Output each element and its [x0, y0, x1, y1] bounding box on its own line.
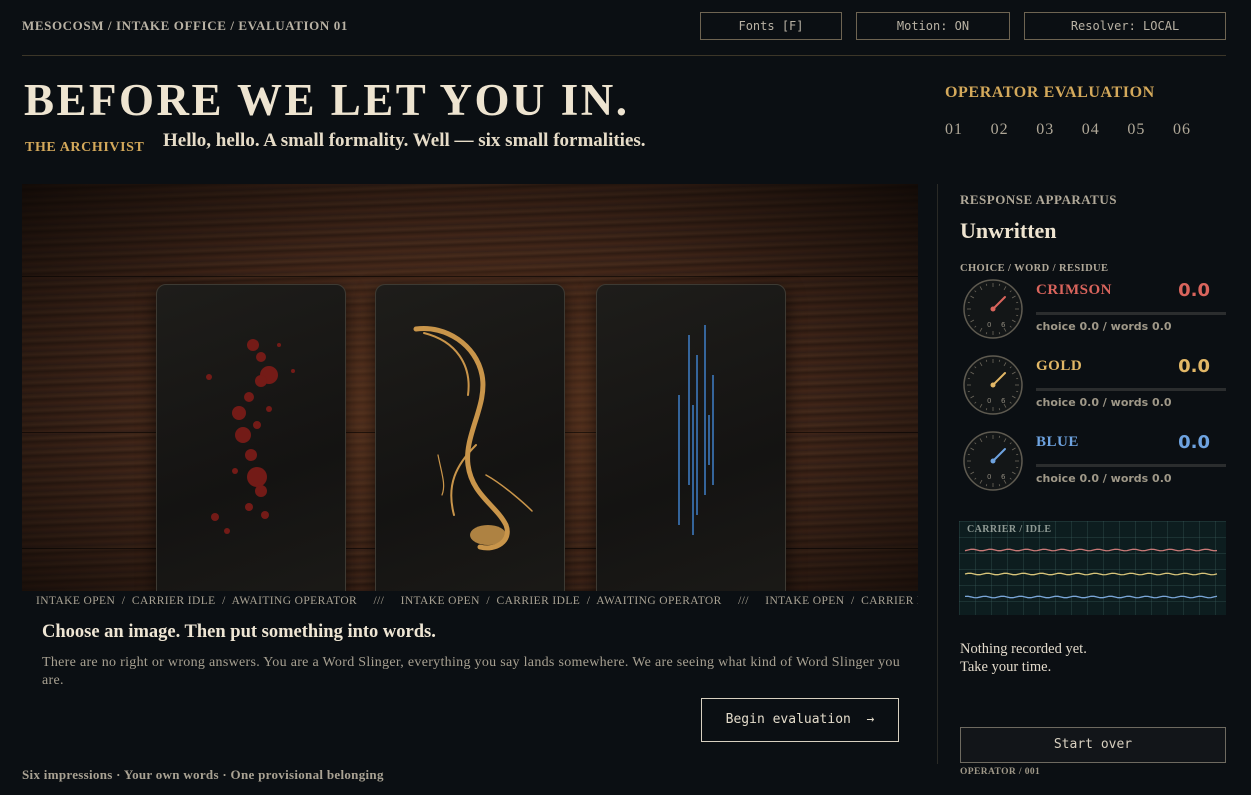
- wood-grain-line: [22, 276, 918, 277]
- carrier-line: [964, 548, 1218, 552]
- dial-scale-label: 6: [1001, 397, 1006, 405]
- dial-scale-label: 6: [1001, 321, 1006, 329]
- resolver-button[interactable]: Resolver: LOCAL: [1024, 12, 1226, 40]
- carrier-line: [964, 572, 1218, 576]
- image-stage: [22, 184, 918, 591]
- carrier-line: [964, 595, 1218, 599]
- carrier-waveform: [964, 548, 1218, 599]
- meter-sub: choice 0.0 / words 0.0: [1036, 472, 1172, 485]
- meter-value: 0.0: [1178, 356, 1210, 377]
- card-gold[interactable]: [375, 284, 565, 591]
- dial-scale-label: 0: [987, 397, 991, 405]
- carrier-scope: CARRIER / IDLE: [959, 521, 1226, 615]
- gauge-dial-icon: 06: [963, 279, 1023, 339]
- status-ticker: INTAKE OPEN / CARRIER IDLE / AWAITING OP…: [22, 592, 918, 610]
- apparatus-state: Unwritten: [960, 218, 1057, 243]
- prompt-body: There are no right or wrong answers. You…: [42, 655, 901, 688]
- meter-value: 0.0: [1178, 280, 1210, 301]
- meter-track: [1036, 464, 1226, 467]
- begin-evaluation-button[interactable]: Begin evaluation →: [701, 698, 899, 742]
- meter-name: BLUE: [1036, 434, 1079, 450]
- apparatus-subhead: CHOICE / WORD / RESIDUE: [960, 263, 1109, 274]
- prompt-title: Choose an image. Then put something into…: [42, 622, 436, 642]
- operator-id: OPERATOR / 001: [960, 767, 1041, 777]
- header-divider: [22, 55, 1226, 56]
- step-06[interactable]: 06: [1173, 121, 1219, 139]
- empty-state: Nothing recorded yet. Take your time.: [960, 640, 1087, 676]
- meter-track: [1036, 312, 1226, 315]
- blue-lines-icon: [678, 325, 714, 535]
- page-title: BEFORE WE LET YOU IN.: [24, 75, 630, 125]
- start-over-button[interactable]: Start over: [960, 727, 1226, 763]
- step-05[interactable]: 05: [1127, 121, 1173, 139]
- red-splatter-icon: [206, 339, 295, 534]
- step-03[interactable]: 03: [1036, 121, 1082, 139]
- breadcrumb: MESOCOSM / INTAKE OFFICE / EVALUATION 01: [22, 18, 348, 33]
- meter-name: CRIMSON: [1036, 282, 1113, 298]
- operator-evaluation-label: OPERATOR EVALUATION: [945, 84, 1155, 101]
- card-blue[interactable]: [596, 284, 786, 591]
- meter-sub: choice 0.0 / words 0.0: [1036, 320, 1172, 333]
- step-02[interactable]: 02: [991, 121, 1037, 139]
- card-crimson[interactable]: [156, 284, 346, 591]
- carrier-label: CARRIER / IDLE: [967, 524, 1052, 535]
- dial-scale-label: 0: [987, 321, 991, 329]
- meter-sub: choice 0.0 / words 0.0: [1036, 396, 1172, 409]
- meter-value: 0.0: [1178, 432, 1210, 453]
- gauge-dial-icon: 06: [963, 355, 1023, 415]
- motion-toggle-button[interactable]: Motion: ON: [856, 12, 1010, 40]
- empty-state-line-2: Take your time.: [960, 659, 1052, 675]
- dial-scale-label: 0: [987, 473, 991, 481]
- dial-scale-label: 6: [1001, 473, 1006, 481]
- footer-note: Six impressions · Your own words · One p…: [22, 767, 384, 782]
- step-01[interactable]: 01: [945, 121, 991, 139]
- meter-blue: 0 6 BLUE 0.0 choice 0.0 / words 0.0: [960, 430, 1226, 494]
- meter-name: GOLD: [1036, 358, 1083, 374]
- panel-divider: [937, 184, 938, 764]
- step-04[interactable]: 04: [1082, 121, 1128, 139]
- meter-track: [1036, 388, 1226, 391]
- meter-gold: 0 6 GOLD 0.0 choice 0.0 / words 0.0: [960, 354, 1226, 418]
- speaker-label: THE ARCHIVIST: [25, 140, 145, 155]
- greeting-text: Hello, hello. A small formality. Well — …: [163, 130, 646, 151]
- apparatus-label: RESPONSE APPARATUS: [960, 192, 1117, 207]
- gauge-dial-icon: 06: [963, 431, 1023, 491]
- ticker-text: INTAKE OPEN / CARRIER IDLE / AWAITING OP…: [36, 595, 918, 607]
- fonts-button[interactable]: Fonts [F]: [700, 12, 842, 40]
- meter-crimson: 0 6 CRIMSON 0.0 choice 0.0 / words 0.0: [960, 278, 1226, 342]
- empty-state-line-1: Nothing recorded yet.: [960, 641, 1087, 657]
- gold-stroke-icon: [413, 326, 533, 551]
- evaluation-steps: 01 02 03 04 05 06: [945, 121, 1219, 139]
